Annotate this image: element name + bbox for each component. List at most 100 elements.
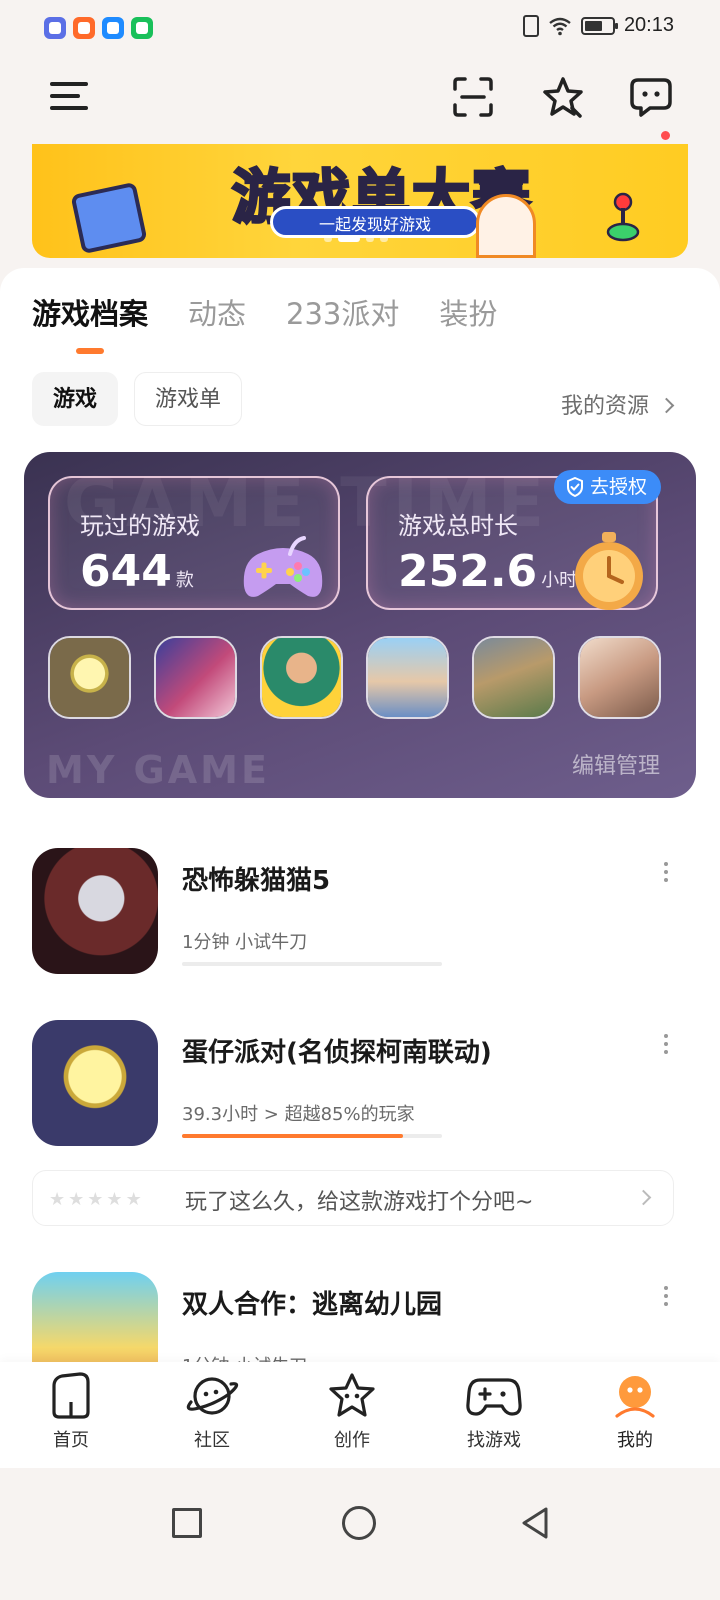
tab-dress-up[interactable]: 装扮 <box>439 296 497 332</box>
banner-character-illustration <box>476 194 536 258</box>
playtime-progress-track <box>182 962 442 966</box>
promo-banner[interactable]: 游戏单大赛 一起发现好游戏 <box>32 144 688 258</box>
gamepad-illustration <box>243 536 323 597</box>
star-create-icon <box>329 1373 375 1417</box>
authorize-button[interactable]: 去授权 <box>554 470 662 504</box>
nav-label: 我的 <box>617 1430 653 1451</box>
tab-activity[interactable]: 动态 <box>188 296 246 332</box>
game-cover-escape-kindergarten <box>32 1272 158 1362</box>
nav-find-games[interactable]: 找游戏 <box>444 1372 544 1452</box>
authorize-label: 去授权 <box>590 476 648 498</box>
banner-subtitle: 一起发现好游戏 <box>270 206 480 238</box>
more-options-icon[interactable] <box>664 1286 670 1310</box>
security-app-icon <box>102 17 124 39</box>
total-playtime-label: 游戏总时长 <box>398 512 518 540</box>
list-item[interactable]: 蛋仔派对(名侦探柯南联动) 39.3小时 > 超越85%的玩家 <box>32 1020 688 1150</box>
played-games-unit: 款 <box>175 570 194 591</box>
bottom-navigation: 首页 社区 创作 找游戏 我的 <box>0 1362 720 1468</box>
scan-icon[interactable] <box>450 74 496 120</box>
status-bar: 20:13 <box>0 0 720 58</box>
game-icon-4[interactable] <box>366 636 449 719</box>
more-options-icon[interactable] <box>664 862 670 886</box>
game-playtime: 39.3小时 > 超越85%的玩家 <box>182 1104 415 1125</box>
star-icon[interactable]: ★ <box>126 1189 142 1210</box>
game-icon-5[interactable] <box>472 636 555 719</box>
joystick-icon <box>606 192 640 242</box>
wifi-icon <box>549 17 571 35</box>
nav-community[interactable]: 社区 <box>162 1372 262 1452</box>
planet-icon <box>186 1377 239 1415</box>
more-options-icon[interactable] <box>664 1034 670 1058</box>
list-item[interactable]: 恐怖躲猫猫5 1分钟 小试牛刀 <box>32 848 688 978</box>
played-games-count: 644 <box>80 546 172 597</box>
star-icon[interactable]: ★ <box>87 1189 103 1210</box>
game-playtime: 1分钟 小试牛刀 <box>182 932 308 953</box>
battery-level <box>584 20 603 31</box>
nav-label: 找游戏 <box>467 1430 521 1451</box>
game-icon-3[interactable] <box>260 636 343 719</box>
gamepad-icon <box>466 1378 522 1416</box>
shield-check-icon <box>567 477 583 497</box>
back-button[interactable] <box>520 1506 550 1540</box>
rating-stars[interactable]: ★ ★ ★ ★ ★ <box>49 1189 142 1210</box>
game-playtime: 1分钟 小试牛刀 <box>182 1352 307 1362</box>
played-games-stat[interactable]: 玩过的游戏 644 款 <box>48 476 340 610</box>
game-icon-2[interactable] <box>154 636 237 719</box>
my-resources-link[interactable]: 我的资源 <box>561 388 672 420</box>
chip-game-lists[interactable]: 游戏单 <box>134 372 243 426</box>
top-app-bar <box>0 58 720 144</box>
total-playtime-value: 252.6 <box>398 546 538 597</box>
bot-app-icon <box>44 17 66 39</box>
active-tab-indicator <box>76 348 104 354</box>
nav-label: 首页 <box>53 1430 89 1451</box>
clock: 20:13 <box>623 14 674 36</box>
star-icon[interactable]: ★ <box>106 1189 122 1210</box>
tab-233-party[interactable]: 233派对 <box>286 296 399 332</box>
star-icon[interactable]: ★ <box>49 1189 65 1210</box>
nav-label: 社区 <box>194 1430 230 1451</box>
message-icon[interactable] <box>628 74 674 120</box>
list-item[interactable]: 双人合作：逃离幼儿园 1分钟 小试牛刀 <box>32 1272 688 1362</box>
card-watermark-bottom: MY GAME <box>46 748 270 792</box>
playtime-progress-track <box>182 1134 442 1138</box>
message-badge <box>661 131 670 140</box>
game-title: 蛋仔派对(名侦探柯南联动) <box>182 1038 492 1068</box>
rating-prompt-text: 玩了这么久，给这款游戏打个分吧~ <box>185 1190 534 1215</box>
chip-games[interactable]: 游戏 <box>32 372 119 426</box>
star-icon[interactable] <box>540 74 586 120</box>
game-stats-card: GAME TIME MY GAME 玩过的游戏 644 款 游戏总时长 252.6… <box>24 452 696 798</box>
tab-game-archive[interactable]: 游戏档案 <box>32 296 148 332</box>
filter-chips: 游戏 游戏单 <box>32 372 243 426</box>
star-icon[interactable]: ★ <box>68 1189 84 1210</box>
recent-apps-button[interactable] <box>172 1508 202 1538</box>
vibrate-icon <box>522 14 539 37</box>
nav-create[interactable]: 创作 <box>302 1372 402 1452</box>
game-cover-eggy-party <box>32 1020 158 1146</box>
home-button[interactable] <box>342 1506 376 1540</box>
played-games-label: 玩过的游戏 <box>80 512 200 540</box>
camera-app-icon <box>131 17 153 39</box>
home-icon <box>52 1372 90 1419</box>
edit-manage-link[interactable]: 编辑管理 <box>572 748 660 780</box>
playtime-progress-fill <box>182 1134 403 1138</box>
profile-tabs: 游戏档案 动态 233派对 装扮 <box>32 296 497 332</box>
stopwatch-illustration <box>575 532 643 610</box>
profile-content-sheet: 游戏档案 动态 233派对 装扮 游戏 游戏单 我的资源 GAME TIME M… <box>0 268 720 1362</box>
puzzle-box-decoration <box>70 181 148 255</box>
battery-icon <box>580 16 618 35</box>
game-icon-6[interactable] <box>578 636 661 719</box>
banner-pagination <box>324 236 388 242</box>
nav-home[interactable]: 首页 <box>21 1372 121 1452</box>
recent-games-row <box>48 636 661 719</box>
system-navigation-bar <box>0 1468 720 1600</box>
profile-icon <box>615 1376 655 1418</box>
menu-icon[interactable] <box>50 82 88 116</box>
nav-profile[interactable]: 我的 <box>585 1372 685 1452</box>
game-title: 恐怖躲猫猫5 <box>182 866 331 896</box>
nav-label: 创作 <box>334 1430 370 1451</box>
notification-app-icons <box>44 17 153 39</box>
rating-prompt[interactable]: ★ ★ ★ ★ ★ 玩了这么久，给这款游戏打个分吧~ <box>32 1170 674 1226</box>
game-icon-1[interactable] <box>48 636 131 719</box>
game-title: 双人合作：逃离幼儿园 <box>182 1290 443 1320</box>
video-app-icon <box>73 17 95 39</box>
